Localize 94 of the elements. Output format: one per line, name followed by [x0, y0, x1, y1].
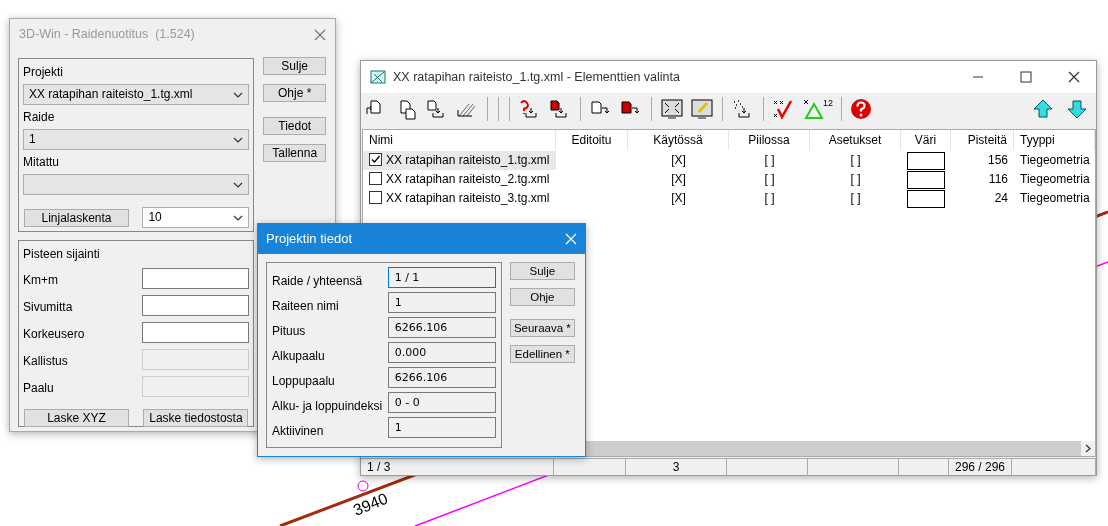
checkbox[interactable]	[369, 191, 382, 204]
caret-icon	[233, 214, 244, 221]
dropdown[interactable]: XX ratapihan raiteisto_1.tg.xml	[23, 84, 250, 105]
up-arrow-icon[interactable]	[1032, 98, 1054, 120]
readonly-field[interactable]: 0 - 0	[387, 392, 496, 413]
field-label: Pituus	[272, 323, 306, 338]
dialog-button[interactable]: Edellinen *	[509, 345, 575, 363]
group-title: Pisteen sijainti	[23, 246, 101, 262]
field-label: Aktiivinen	[272, 423, 324, 438]
input-field[interactable]	[142, 321, 250, 343]
table-cell-text: Tiegeometria	[1019, 190, 1091, 207]
line-calc-button[interactable]: Linjalaskenta	[24, 208, 129, 227]
column-header[interactable]: Käytössä	[628, 130, 729, 150]
caret-icon	[233, 181, 244, 188]
dialog-button[interactable]: Sulje	[509, 262, 575, 280]
table-cell-text: [X]	[670, 171, 687, 188]
table-cell[interactable]: XX ratapihan raiteisto_3.tg.xml	[363, 189, 556, 208]
field-label: Paalu	[23, 380, 54, 397]
table-cell-text: Tiegeometria	[1019, 152, 1091, 169]
table-cell-text: [ ]	[763, 171, 776, 188]
readonly-field[interactable]: 1 / 1	[387, 267, 496, 288]
window-title: Projektin tiedot	[266, 230, 352, 249]
field-label: Raide / yhteensä	[272, 273, 363, 288]
table-cell-text: [ ]	[763, 152, 776, 169]
status-cell: 1 / 3	[361, 458, 554, 476]
station-label: 3940	[350, 489, 391, 519]
table-cell-text: Tiegeometria	[1019, 171, 1091, 188]
scroll-right-icon[interactable]	[1081, 441, 1095, 456]
table-cell-text: 24	[993, 190, 1009, 207]
monitor-expand-icon[interactable]	[660, 98, 684, 120]
input-field[interactable]	[142, 267, 250, 289]
column-header[interactable]: Pisteitä	[951, 130, 1014, 150]
readonly-field[interactable]: 6266.106	[387, 317, 496, 338]
row-name: XX ratapihan raiteisto_1.tg.xml	[386, 153, 550, 167]
field-label: Kallistus	[23, 353, 68, 370]
column-header[interactable]: Asetukset	[810, 130, 901, 150]
field-label: Projekti	[23, 64, 64, 80]
table-cell-text: [X]	[670, 190, 687, 207]
window-title: 3D-Win - Raidenuotitus (1.524)	[19, 26, 195, 44]
table-cell-text: 156	[986, 152, 1009, 169]
caret-icon	[233, 91, 244, 98]
column-header[interactable]: Tyyppi	[1014, 130, 1095, 150]
field-label: Km+m	[23, 272, 58, 289]
dialog-button[interactable]: Ohje	[509, 288, 575, 306]
checkbox[interactable]	[369, 172, 382, 185]
row-name: XX ratapihan raiteisto_3.tg.xml	[386, 191, 550, 205]
readonly-field[interactable]: 1	[387, 292, 496, 313]
status-cell: 296 / 296	[949, 458, 1012, 476]
icon-label: 12	[823, 97, 833, 111]
table-cell-text: [ ]	[763, 190, 776, 207]
dialog-button[interactable]: Tiedot	[263, 117, 326, 135]
field-label: Raide	[23, 109, 56, 125]
table-cell[interactable]: XX ratapihan raiteisto_1.tg.xml	[363, 151, 556, 170]
point-marker	[357, 480, 369, 492]
field-label: Loppupaalu	[272, 373, 335, 388]
field-label: Sivumitta	[23, 299, 73, 316]
field-label: Mitattu	[23, 154, 60, 170]
down-arrow-icon[interactable]	[1066, 98, 1088, 120]
app-icon	[369, 68, 387, 86]
dialog-button[interactable]: Sulje	[263, 57, 326, 75]
calc-button[interactable]: Laske XYZ	[24, 409, 129, 427]
readonly-field[interactable]: 1	[387, 417, 496, 438]
column-header[interactable]: Piilossa	[729, 130, 810, 150]
table-cell-text: [ ]	[849, 152, 862, 169]
dialog-button[interactable]: Ohje *	[263, 84, 326, 102]
readonly-field[interactable]: 0.000	[387, 342, 496, 363]
field-label: Raiteen nimi	[272, 298, 339, 313]
column-header[interactable]: Väri	[901, 130, 951, 150]
maximize-icon[interactable]	[1020, 71, 1032, 83]
column-header[interactable]: Editoitu	[556, 130, 628, 150]
dropdown[interactable]: 1	[23, 129, 250, 150]
caret-icon	[233, 136, 244, 143]
table-cell-text: [ ]	[849, 190, 862, 207]
row-name: XX ratapihan raiteisto_2.tg.xml	[386, 172, 550, 186]
close-icon[interactable]	[1068, 71, 1080, 83]
step-dropdown[interactable]: 10	[142, 207, 250, 228]
status-cell: 3	[626, 458, 727, 476]
column-header[interactable]: Nimi	[363, 130, 556, 150]
input-field[interactable]	[142, 294, 250, 316]
calc-button[interactable]: Laske tiedostosta	[143, 409, 249, 427]
table-cell-text: 116	[987, 171, 1009, 188]
dialog-button[interactable]: Tallenna	[263, 144, 326, 162]
monitor-pen-icon[interactable]	[690, 98, 714, 120]
dialog-button[interactable]: Seuraava *	[509, 319, 575, 337]
table-cell[interactable]: XX ratapihan raiteisto_2.tg.xml	[363, 170, 556, 189]
window-title: XX ratapihan raiteisto_1.tg.xml - Elementtien valinta	[393, 68, 681, 86]
field-label: Korkeusero	[23, 326, 85, 343]
help-icon[interactable]	[850, 98, 872, 120]
field-label: Alkupaalu	[272, 348, 325, 363]
readonly-field[interactable]: 6266.106	[387, 367, 496, 388]
checkbox[interactable]	[369, 153, 382, 166]
field-label: Alku- ja loppuindeksi	[272, 398, 383, 413]
table-cell-text: [ ]	[849, 171, 862, 188]
table-cell-text: [X]	[670, 152, 687, 169]
